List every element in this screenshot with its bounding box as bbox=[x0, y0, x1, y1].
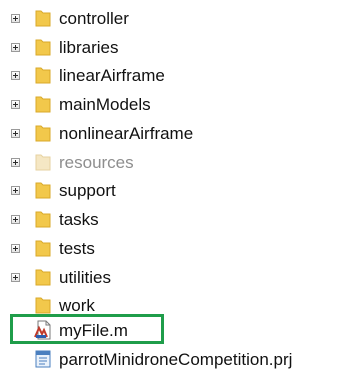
folder-icon bbox=[35, 10, 51, 27]
tree-item-resources[interactable]: resources bbox=[0, 150, 338, 178]
expand-toggle-icon[interactable] bbox=[11, 215, 20, 224]
expand-toggle-icon[interactable] bbox=[11, 100, 20, 109]
tree-item-controller[interactable]: controller bbox=[0, 6, 338, 34]
tree-item-utilities[interactable]: utilities bbox=[0, 265, 338, 293]
expand-toggle-icon[interactable] bbox=[11, 158, 20, 167]
project-file-icon bbox=[35, 350, 51, 368]
tree-item-linearAirframe[interactable]: linearAirframe bbox=[0, 63, 338, 91]
folder-icon bbox=[35, 67, 51, 84]
tree-item-label: linearAirframe bbox=[59, 66, 165, 85]
tree-item-label: support bbox=[59, 181, 116, 200]
tree-item-label: controller bbox=[59, 9, 129, 28]
folder-icon bbox=[35, 154, 51, 171]
folder-icon bbox=[35, 269, 51, 286]
tree-item-tasks[interactable]: tasks bbox=[0, 207, 338, 235]
tree-item-label: tests bbox=[59, 239, 95, 258]
tree-item-mainModels[interactable]: mainModels bbox=[0, 92, 338, 120]
tree-item-label: utilities bbox=[59, 268, 111, 287]
tree-item-project-file[interactable]: parrotMinidroneCompetition.prj bbox=[0, 347, 338, 375]
tree-item-label: resources bbox=[59, 153, 134, 172]
expand-toggle-icon[interactable] bbox=[11, 244, 20, 253]
expand-toggle-icon[interactable] bbox=[11, 186, 20, 195]
folder-icon bbox=[35, 240, 51, 257]
tree-item-nonlinearAirframe[interactable]: nonlinearAirframe bbox=[0, 121, 338, 149]
folder-icon bbox=[35, 182, 51, 199]
folder-icon bbox=[35, 297, 51, 314]
tree-item-label: parrotMinidroneCompetition.prj bbox=[59, 350, 293, 369]
project-file-tree: controller libraries linearAirframe main… bbox=[0, 0, 338, 375]
selection-highlight-box bbox=[10, 314, 164, 344]
folder-icon bbox=[35, 39, 51, 56]
tree-item-support[interactable]: support bbox=[0, 178, 338, 206]
tree-item-label: mainModels bbox=[59, 95, 151, 114]
expand-toggle-icon[interactable] bbox=[11, 71, 20, 80]
tree-item-label: libraries bbox=[59, 38, 119, 57]
expand-toggle-icon[interactable] bbox=[11, 273, 20, 282]
tree-item-label: nonlinearAirframe bbox=[59, 124, 194, 143]
tree-item-tests[interactable]: tests bbox=[0, 236, 338, 264]
expand-toggle-icon[interactable] bbox=[11, 129, 20, 138]
folder-icon bbox=[35, 96, 51, 113]
folder-icon bbox=[35, 211, 51, 228]
expand-toggle-icon[interactable] bbox=[11, 43, 20, 52]
tree-item-label: tasks bbox=[59, 210, 99, 229]
expand-toggle-icon[interactable] bbox=[11, 14, 20, 23]
folder-icon bbox=[35, 125, 51, 142]
tree-item-libraries[interactable]: libraries bbox=[0, 35, 338, 63]
